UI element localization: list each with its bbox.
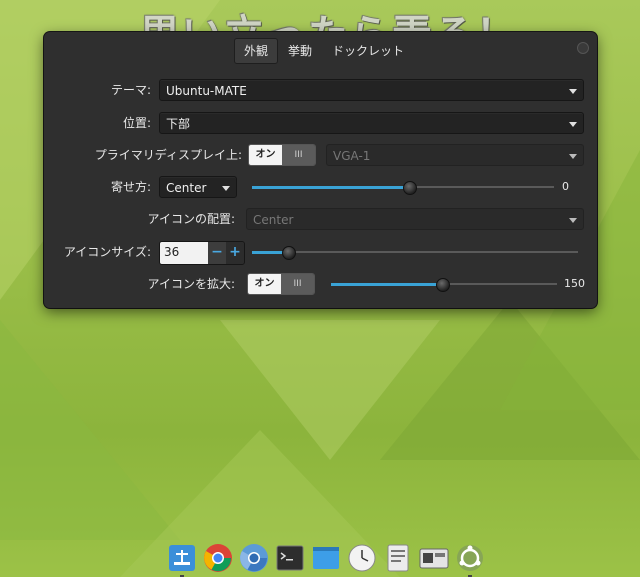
alignment-dropdown[interactable]: Center xyxy=(159,176,237,198)
chevron-down-icon xyxy=(569,122,577,127)
icon-size-label: アイコンサイズ: xyxy=(63,245,151,259)
slider-knob[interactable] xyxy=(403,181,418,195)
tab-bar: 外観 挙動 ドックレット xyxy=(234,38,414,64)
primary-display-toggle[interactable]: オン III xyxy=(248,144,316,166)
icon-size-value[interactable]: 36 xyxy=(160,242,208,264)
dock-item-chrome[interactable] xyxy=(202,542,234,574)
ubuntu-mate-icon xyxy=(457,545,483,571)
icon-size-slider[interactable] xyxy=(252,241,578,263)
zoom-label: アイコンを拡大: xyxy=(147,277,235,291)
dock-item-terminal[interactable] xyxy=(274,542,306,574)
tab-behavior[interactable]: 挙動 xyxy=(278,38,322,64)
terminal-icon xyxy=(276,545,304,571)
slider-knob[interactable] xyxy=(435,278,450,292)
offset-value: 0 xyxy=(562,180,569,193)
slider-fill xyxy=(331,283,442,286)
screenshot-icon xyxy=(419,548,449,569)
offset-slider[interactable] xyxy=(252,176,554,198)
tab-docklets[interactable]: ドックレット xyxy=(322,38,414,64)
chrome-icon xyxy=(204,544,232,572)
position-value: 下部 xyxy=(166,117,191,131)
dock-item-network[interactable] xyxy=(166,542,198,577)
icon-placement-label: アイコンの配置: xyxy=(147,212,235,226)
icon-size-spinbox[interactable]: 36 − + xyxy=(159,241,245,265)
theme-dropdown[interactable]: Ubuntu-MATE xyxy=(159,79,584,101)
slider-track xyxy=(252,251,578,253)
text-editor-icon xyxy=(387,544,409,572)
zoom-toggle[interactable]: オン III xyxy=(247,273,315,295)
increment-button[interactable]: + xyxy=(226,242,244,264)
chevron-down-icon xyxy=(569,218,577,223)
clock-icon xyxy=(348,544,376,572)
dock-item-chromium[interactable] xyxy=(238,542,270,574)
primary-display-label: プライマリディスプレイ上: xyxy=(94,148,242,162)
zoom-value: 150 xyxy=(564,277,585,290)
window-icon xyxy=(313,547,339,569)
alignment-value: Center xyxy=(166,181,207,195)
close-icon[interactable] xyxy=(577,42,589,54)
toggle-on-label: オン xyxy=(249,145,282,165)
toggle-on-label: オン xyxy=(248,274,281,294)
toggle-off-label: III xyxy=(282,145,315,165)
network-icon xyxy=(169,545,195,571)
alignment-label: 寄せ方: xyxy=(110,180,151,194)
zoom-slider[interactable] xyxy=(331,273,557,295)
display-dropdown: VGA-1 xyxy=(326,144,584,166)
chromium-icon xyxy=(240,544,268,572)
dock-item-text-editor[interactable] xyxy=(382,542,414,574)
icon-placement-dropdown: Center xyxy=(246,208,584,230)
slider-knob[interactable] xyxy=(281,246,296,260)
slider-fill xyxy=(252,186,410,189)
dock-item-screenshot[interactable] xyxy=(418,542,450,574)
dock-preferences-window: 外観 挙動 ドックレット テーマ: Ubuntu-MATE 位置: 下部 プライ… xyxy=(44,32,597,308)
chevron-down-icon xyxy=(222,186,230,191)
position-label: 位置: xyxy=(122,116,151,130)
chevron-down-icon xyxy=(569,154,577,159)
dock xyxy=(166,540,486,577)
dock-item-clock[interactable] xyxy=(346,542,378,574)
tab-appearance[interactable]: 外観 xyxy=(234,38,279,64)
dock-item-window[interactable] xyxy=(310,542,342,574)
chevron-down-icon xyxy=(569,89,577,94)
icon-placement-value: Center xyxy=(253,213,294,227)
display-value: VGA-1 xyxy=(333,149,371,163)
theme-label: テーマ: xyxy=(110,83,151,97)
toggle-off-label: III xyxy=(281,274,314,294)
theme-value: Ubuntu-MATE xyxy=(166,84,247,98)
dock-item-ubuntu-mate[interactable] xyxy=(454,542,486,577)
position-dropdown[interactable]: 下部 xyxy=(159,112,584,134)
